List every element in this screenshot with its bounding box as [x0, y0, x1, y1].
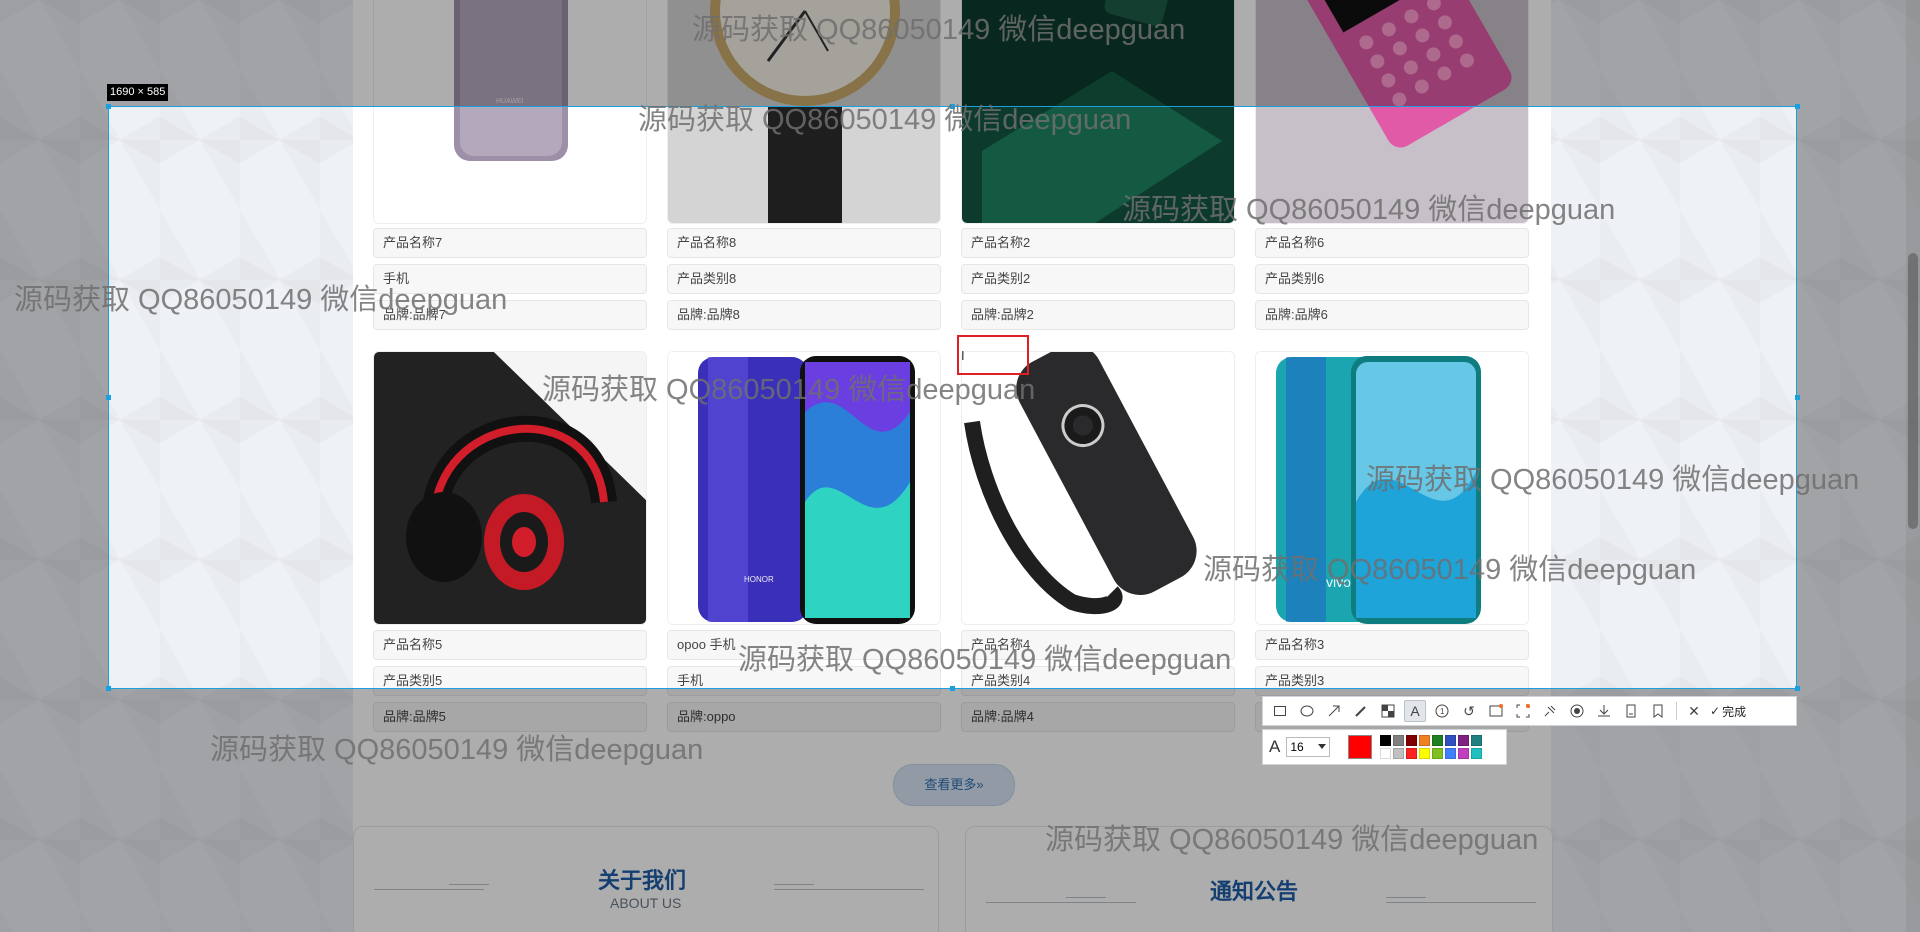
done-button[interactable]: ✓ 完成 [1710, 703, 1746, 720]
product-name: 产品名称4 [961, 630, 1235, 660]
svg-text:HONOR: HONOR [744, 575, 774, 584]
bookmark-icon[interactable] [1647, 700, 1669, 722]
product-category: 产品类别6 [1255, 264, 1529, 294]
color-swatch[interactable] [1380, 748, 1392, 759]
product-category: 产品类别2 [961, 264, 1235, 294]
resize-handle[interactable] [106, 395, 111, 400]
scan-icon[interactable] [1512, 700, 1534, 722]
text-icon[interactable]: A [1404, 700, 1426, 722]
product-name: 产品名称3 [1255, 630, 1529, 660]
product-brand: 品牌:品牌6 [1255, 300, 1529, 330]
number-icon[interactable]: 1 [1431, 700, 1453, 722]
toolbar-divider [1676, 702, 1677, 720]
product-name: 产品名称2 [961, 228, 1235, 258]
undo-icon[interactable]: ↺ [1458, 700, 1480, 722]
color-swatch[interactable] [1471, 735, 1483, 746]
product-category: 手机 [373, 264, 647, 294]
font-size-select[interactable]: 16 [1286, 737, 1331, 757]
color-swatch[interactable] [1419, 735, 1431, 746]
product-image[interactable]: vivo [1255, 351, 1529, 625]
dim-overlay [0, 0, 1920, 106]
color-swatch[interactable] [1458, 748, 1470, 759]
resize-handle[interactable] [950, 104, 955, 109]
pen-icon[interactable] [1350, 700, 1372, 722]
color-swatch[interactable] [1393, 735, 1405, 746]
color-swatch[interactable] [1432, 735, 1444, 746]
close-icon[interactable]: ✕ [1683, 700, 1705, 722]
product-brand: 品牌:品牌2 [961, 300, 1235, 330]
font-icon: A [1269, 737, 1281, 756]
product-name: 产品名称7 [373, 228, 647, 258]
ellipse-icon[interactable] [1296, 700, 1318, 722]
product-name: 产品名称8 [667, 228, 941, 258]
text-annotation-box[interactable] [957, 335, 1029, 375]
product-name: opoo 手机 [667, 630, 941, 660]
color-swatch[interactable] [1380, 735, 1392, 746]
color-swatch[interactable] [1471, 748, 1483, 759]
selection-size-label: 1690 × 585 [107, 84, 169, 101]
long-screenshot-icon[interactable] [1620, 700, 1642, 722]
product-brand: 品牌:品牌8 [667, 300, 941, 330]
resize-handle[interactable] [1795, 104, 1800, 109]
product-image[interactable] [961, 351, 1235, 625]
rectangle-icon[interactable] [1269, 700, 1291, 722]
font-size-value: 16 [1290, 740, 1304, 754]
screenshot-toolbar: A 1 ↺ ✕ ✓ 完成 [1262, 696, 1797, 726]
resize-handle[interactable] [106, 104, 111, 109]
chevron-down-icon [1318, 744, 1327, 749]
product-name: 产品名称6 [1255, 228, 1529, 258]
product-image[interactable] [373, 351, 647, 625]
color-swatch[interactable] [1393, 748, 1405, 759]
product-name: 产品名称5 [373, 630, 647, 660]
text-cursor-icon: I [961, 348, 965, 363]
color-swatch[interactable] [1445, 748, 1457, 759]
color-palette [1380, 735, 1483, 759]
arrow-icon[interactable] [1323, 700, 1345, 722]
product-category: 产品类别8 [667, 264, 941, 294]
mosaic-icon[interactable] [1377, 700, 1399, 722]
dim-overlay [0, 106, 108, 689]
resize-handle[interactable] [1795, 686, 1800, 691]
resize-handle[interactable] [950, 686, 955, 691]
svg-text:vivo: vivo [1326, 574, 1351, 590]
resize-handle[interactable] [1795, 395, 1800, 400]
color-swatch[interactable] [1406, 748, 1418, 759]
product-brand: 品牌:品牌7 [373, 300, 647, 330]
color-swatch[interactable] [1419, 748, 1431, 759]
pin-icon[interactable] [1539, 700, 1561, 722]
record-icon[interactable] [1566, 700, 1588, 722]
color-swatch[interactable] [1445, 735, 1457, 746]
color-swatch[interactable] [1432, 748, 1444, 759]
svg-text:1: 1 [1440, 707, 1445, 716]
resize-handle[interactable] [106, 686, 111, 691]
current-color-swatch[interactable] [1348, 735, 1373, 759]
product-image[interactable]: HONOR [667, 351, 941, 625]
ocr-icon[interactable] [1485, 700, 1507, 722]
text-style-bar: A 16 [1262, 729, 1507, 765]
done-label: 完成 [1722, 704, 1747, 719]
save-icon[interactable] [1593, 700, 1615, 722]
dim-overlay [1797, 106, 1920, 689]
color-swatch[interactable] [1458, 735, 1470, 746]
color-swatch[interactable] [1406, 735, 1418, 746]
check-icon: ✓ [1710, 704, 1721, 718]
